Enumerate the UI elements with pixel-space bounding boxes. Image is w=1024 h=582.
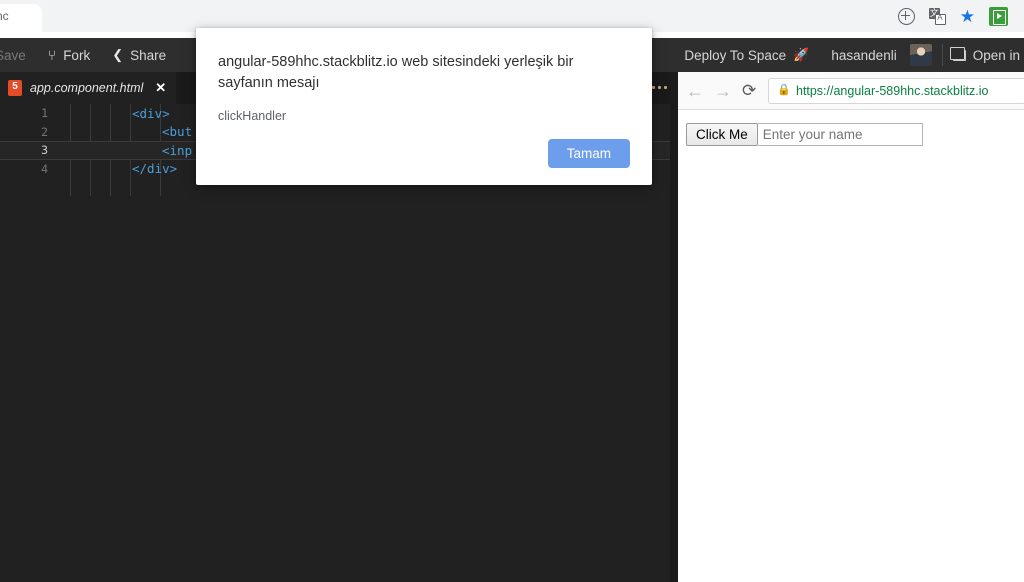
- code-text: <inp: [162, 142, 193, 158]
- preview-content: Click Me Enter your name: [678, 110, 1024, 582]
- save-button[interactable]: Save: [0, 48, 26, 63]
- zoom-in-icon[interactable]: [897, 7, 915, 25]
- line-number: 2: [41, 124, 48, 139]
- lock-icon: 🔒: [777, 84, 791, 96]
- more-options-icon[interactable]: [652, 86, 667, 89]
- browser-tab-title: nc: [0, 9, 9, 23]
- toolbar-left-group: Save ⑂ Fork ❮ Share: [0, 38, 166, 72]
- toolbar-right-group: Deploy To Space 🚀 hasandenli Open in: [684, 38, 1024, 72]
- code-text: <but: [162, 124, 193, 140]
- reload-icon[interactable]: ⟳: [742, 82, 756, 99]
- user-account-button[interactable]: hasandenli: [831, 44, 932, 66]
- name-input[interactable]: Enter your name: [757, 123, 923, 146]
- bookmark-star-icon[interactable]: ★: [960, 8, 975, 25]
- forward-arrow-icon[interactable]: →: [714, 82, 732, 100]
- editor-tab-filename: app.component.html: [30, 81, 144, 95]
- alert-message: angular-589hhc.stackblitz.io web sitesin…: [218, 54, 574, 91]
- open-in-new-icon: [949, 46, 966, 61]
- alert-dialog: angular-589hhc.stackblitz.io web sitesin…: [196, 28, 652, 185]
- code-text: </div>: [132, 161, 178, 177]
- fork-label: Fork: [63, 47, 91, 63]
- rocket-icon: 🚀: [793, 47, 810, 62]
- alert-ok-button[interactable]: Tamam: [547, 138, 630, 168]
- open-label: Open in: [972, 47, 1020, 63]
- url-text: https://angular-589hhc.stackblitz.io: [795, 83, 989, 98]
- fork-button[interactable]: ⑂ Fork: [48, 47, 90, 63]
- username-label: hasandenli: [831, 47, 897, 63]
- screen: nc ★ Save ⑂ Fork ❮ Share: [0, 0, 1024, 582]
- url-bar[interactable]: 🔒 https://angular-589hhc.stackblitz.io: [768, 77, 1024, 104]
- line-number: 4: [41, 161, 48, 176]
- code-text: <div>: [132, 105, 170, 121]
- deploy-to-space-button[interactable]: Deploy To Space 🚀: [684, 47, 809, 63]
- deploy-label: Deploy To Space: [684, 47, 787, 63]
- preview-address-bar: ← → ⟳ 🔒 https://angular-589hhc.stackblit…: [678, 72, 1024, 110]
- translate-icon[interactable]: [928, 6, 946, 25]
- back-arrow-icon[interactable]: ←: [686, 82, 704, 100]
- line-number: 1: [41, 106, 48, 121]
- pane-divider[interactable]: [670, 72, 678, 582]
- share-button[interactable]: ❮ Share: [112, 47, 166, 63]
- line-number: 3: [41, 143, 48, 158]
- save-label: Save: [0, 47, 26, 63]
- share-label: Share: [130, 47, 167, 63]
- open-in-new-button[interactable]: Open in: [949, 46, 1020, 63]
- toolbar-divider: [941, 44, 943, 66]
- close-icon[interactable]: ✕: [155, 80, 166, 96]
- avatar: [909, 44, 932, 66]
- app-row: Click Me Enter your name: [686, 123, 1024, 146]
- editor-tab-app-component-html[interactable]: app.component.html ✕: [0, 72, 177, 104]
- alert-detail: clickHandler: [218, 109, 287, 123]
- share-icon: ❮: [112, 47, 124, 62]
- fork-icon: ⑂: [47, 47, 57, 63]
- html5-icon: [8, 80, 22, 96]
- extension-icon[interactable]: [989, 6, 1008, 26]
- omnibox-icon-group: ★: [885, 3, 1018, 29]
- click-me-button[interactable]: Click Me: [686, 123, 758, 146]
- preview-pane: ← → ⟳ 🔒 https://angular-589hhc.stackblit…: [678, 72, 1024, 582]
